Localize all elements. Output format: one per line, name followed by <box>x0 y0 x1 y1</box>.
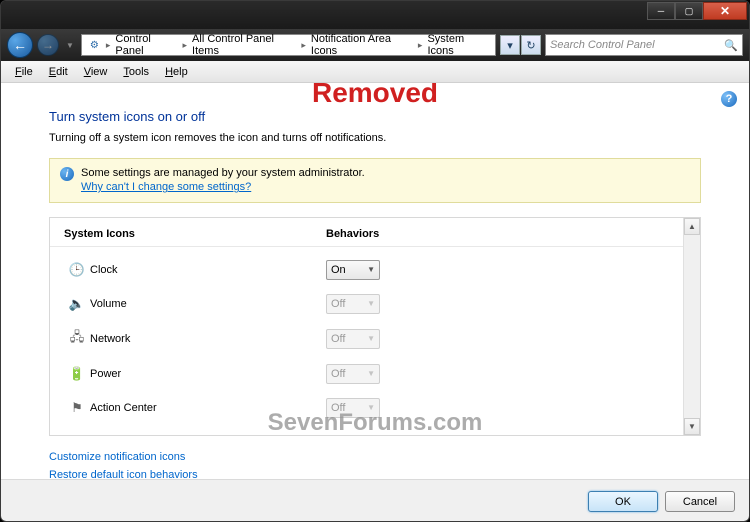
content-area: Removed ? Turn system icons on or off Tu… <box>1 83 749 479</box>
row-label: Power <box>90 368 326 380</box>
table-header: System Icons Behaviors <box>50 218 700 247</box>
network-icon: 🖧 <box>64 328 90 350</box>
chevron-down-icon: ▼ <box>367 369 375 378</box>
restore-link[interactable]: Restore default icon behaviors <box>49 466 701 479</box>
select-value: On <box>331 264 346 276</box>
breadcrumb-item[interactable]: System Icons <box>423 33 493 57</box>
system-icons-table: ▲ ▼ System Icons Behaviors 🕒ClockOn▼🔈Vol… <box>49 217 701 436</box>
close-button[interactable]: ✕ <box>703 2 747 20</box>
cancel-button[interactable]: Cancel <box>665 491 735 512</box>
volume-icon: 🔈 <box>64 296 90 312</box>
behavior-select[interactable]: On ▼ <box>326 260 380 280</box>
row-label: Network <box>90 333 326 345</box>
row-label: Clock <box>90 264 326 276</box>
power-icon: 🔋 <box>64 366 90 382</box>
scroll-down-button[interactable]: ▼ <box>684 418 700 435</box>
chevron-down-icon: ▼ <box>367 334 375 343</box>
col-system-icons: System Icons <box>64 228 326 240</box>
menu-tools[interactable]: Tools <box>115 64 157 80</box>
col-behaviors: Behaviors <box>326 228 379 240</box>
bottom-links: Customize notification icons Restore def… <box>49 436 701 479</box>
watermark-removed: Removed <box>312 83 438 109</box>
watermark-sevenforums: SevenForums.com <box>268 409 483 437</box>
table-body: 🕒ClockOn▼🔈VolumeOff▼🖧NetworkOff▼🔋PowerOf… <box>50 247 700 435</box>
nav-toolbar: ← → ▼ ⚙ ▸ Control Panel ▸ All Control Pa… <box>1 29 749 61</box>
page-description: Turning off a system icon removes the ic… <box>49 132 701 158</box>
row-label: Volume <box>90 298 326 310</box>
history-dropdown-icon[interactable]: ▼ <box>63 41 77 50</box>
select-value: Off <box>331 368 345 380</box>
banner-help-link[interactable]: Why can't I change some settings? <box>81 181 251 193</box>
minimize-button[interactable]: ─ <box>647 2 675 20</box>
forward-button[interactable]: → <box>37 34 59 56</box>
menu-help[interactable]: Help <box>157 64 196 80</box>
info-icon: i <box>60 167 74 181</box>
dialog-footer: OK Cancel <box>1 479 749 522</box>
info-text: Some settings are managed by your system… <box>81 166 365 195</box>
ok-button[interactable]: OK <box>588 491 658 512</box>
breadcrumb-item[interactable]: All Control Panel Items <box>188 33 300 57</box>
clock-icon: 🕒 <box>64 262 90 278</box>
breadcrumb-item[interactable]: Notification Area Icons <box>307 33 417 57</box>
menu-bar: File Edit View Tools Help <box>1 61 749 83</box>
select-value: Off <box>331 333 345 345</box>
chevron-down-icon: ▼ <box>367 265 375 274</box>
search-input[interactable]: Search Control Panel 🔍 <box>545 34 743 56</box>
search-placeholder: Search Control Panel <box>550 39 655 51</box>
refresh-button[interactable]: ↻ <box>521 35 541 55</box>
back-button[interactable]: ← <box>7 32 33 58</box>
table-row: 🕒Clock On ▼ <box>64 253 686 287</box>
behavior-select: Off ▼ <box>326 364 380 384</box>
address-dropdown-button[interactable]: ▾ <box>500 35 520 55</box>
scroll-up-button[interactable]: ▲ <box>684 218 700 235</box>
customize-link[interactable]: Customize notification icons <box>49 448 701 466</box>
banner-text: Some settings are managed by your system… <box>81 167 365 179</box>
table-row: 🔋Power Off ▼ <box>64 357 686 391</box>
breadcrumb-item[interactable]: Control Panel <box>111 33 181 57</box>
select-value: Off <box>331 298 345 310</box>
help-icon[interactable]: ? <box>721 91 737 107</box>
maximize-button[interactable]: ▢ <box>675 2 703 20</box>
menu-view[interactable]: View <box>76 64 116 80</box>
address-tools: ▾ ↻ <box>500 35 541 55</box>
behavior-select: Off ▼ <box>326 294 380 314</box>
table-row: 🔈Volume Off ▼ <box>64 287 686 321</box>
behavior-select: Off ▼ <box>326 329 380 349</box>
address-bar[interactable]: ⚙ ▸ Control Panel ▸ All Control Panel It… <box>81 34 496 56</box>
action-center-icon: ⚑ <box>64 400 90 416</box>
menu-edit[interactable]: Edit <box>41 64 76 80</box>
titlebar[interactable]: ─ ▢ ✕ <box>1 1 749 29</box>
window-controls: ─ ▢ ✕ <box>647 2 747 20</box>
admin-info-banner: i Some settings are managed by your syst… <box>49 158 701 203</box>
search-icon[interactable]: 🔍 <box>724 39 738 52</box>
menu-file[interactable]: File <box>7 64 41 80</box>
chevron-down-icon: ▼ <box>367 299 375 308</box>
table-row: 🖧Network Off ▼ <box>64 321 686 357</box>
window-frame: ─ ▢ ✕ ← → ▼ ⚙ ▸ Control Panel ▸ All Cont… <box>0 0 750 522</box>
scroll-track[interactable] <box>684 235 700 418</box>
control-panel-icon: ⚙ <box>87 37 102 53</box>
scrollbar[interactable]: ▲ ▼ <box>683 218 700 435</box>
